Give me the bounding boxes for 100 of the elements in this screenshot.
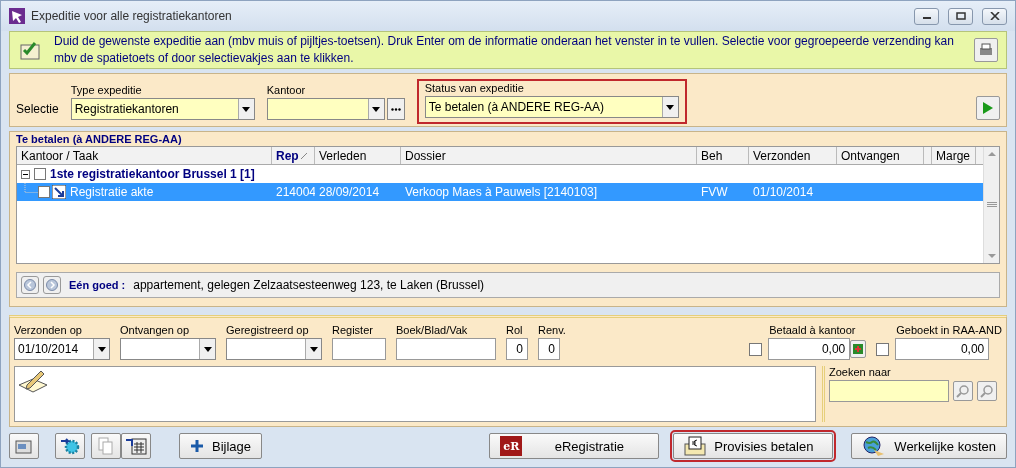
window-title: Expeditie voor alle registratiekantoren bbox=[31, 9, 233, 23]
sort-icon bbox=[300, 152, 307, 159]
column-header[interactable]: Beh bbox=[697, 147, 749, 164]
table-cell: 01/10/2014 bbox=[753, 185, 814, 199]
column-header[interactable]: Verleden bbox=[315, 147, 401, 164]
field-label: Verzonden op bbox=[14, 324, 83, 336]
date-field[interactable] bbox=[226, 338, 322, 360]
field-label: Renv. bbox=[538, 324, 566, 336]
eregistratie-button[interactable]: eR eRegistratie bbox=[489, 433, 660, 459]
close-button[interactable] bbox=[982, 7, 1007, 25]
play-icon bbox=[982, 101, 994, 115]
plus-icon bbox=[853, 344, 864, 354]
search-previous-button[interactable] bbox=[953, 381, 973, 401]
checkbox[interactable] bbox=[749, 342, 763, 356]
dropdown-arrow-icon bbox=[97, 346, 106, 352]
provisies-button[interactable]: Provisies betalen bbox=[673, 433, 834, 459]
checkbox[interactable] bbox=[34, 168, 46, 180]
field-label: Betaald à kantoor bbox=[769, 324, 857, 336]
checkbox[interactable] bbox=[876, 342, 890, 356]
minimize-button[interactable] bbox=[914, 7, 939, 25]
dropdown-arrow-icon bbox=[666, 104, 675, 110]
column-header[interactable]: Verzonden bbox=[749, 147, 837, 164]
browse-button[interactable] bbox=[386, 98, 405, 120]
plus-icon bbox=[190, 439, 204, 453]
input-field[interactable]: 0 bbox=[538, 338, 560, 360]
maximize-icon bbox=[955, 12, 966, 20]
dropdown-arrow-icon bbox=[309, 346, 318, 352]
gear-button[interactable] bbox=[55, 433, 85, 459]
arrow-left-icon bbox=[24, 279, 36, 291]
checkbox[interactable] bbox=[38, 186, 50, 198]
print-button[interactable] bbox=[974, 38, 998, 62]
properties-button[interactable] bbox=[9, 433, 39, 459]
column-header[interactable]: Kantoor / Taak bbox=[17, 147, 272, 164]
date-field[interactable]: 01/10/2014 bbox=[14, 338, 110, 360]
next-button[interactable] bbox=[43, 276, 61, 294]
amount-field[interactable]: 0,00 bbox=[895, 338, 990, 360]
scrollbar[interactable] bbox=[983, 147, 999, 263]
search-icon bbox=[956, 384, 970, 398]
printer-icon bbox=[978, 42, 994, 58]
tree-line bbox=[24, 183, 38, 193]
close-icon bbox=[989, 12, 1000, 20]
task-icon bbox=[52, 185, 66, 199]
field-label: Type expeditie bbox=[70, 84, 143, 96]
field-label: Ontvangen op bbox=[120, 324, 191, 336]
field-label: Zoeken naar bbox=[829, 366, 892, 378]
gear-icon bbox=[60, 437, 80, 455]
search-field[interactable] bbox=[829, 380, 949, 402]
instruction-text: Duid de gewenste expeditie aan (mbv muis of pijltjes-toetsen). Druk Enter om de informatie onderaan het venster in te vullen. Selectie voor gegroepeerde verzending kan mbv de spatietoets of door selectievakjes aan te klikken. bbox=[54, 33, 954, 67]
column-header[interactable]: Marge bbox=[932, 147, 976, 164]
calculator-button[interactable] bbox=[121, 433, 151, 459]
dropdown-field[interactable]: Registratiekantoren bbox=[70, 98, 255, 120]
column-header[interactable]: Dossier bbox=[401, 147, 697, 164]
field-label: Kantoor bbox=[266, 84, 307, 96]
arrow-right-icon bbox=[46, 279, 58, 291]
goed-text: appartement, gelegen Zelzaatsesteenweg 123, te Laken (Brussel) bbox=[133, 278, 485, 292]
search-icon bbox=[980, 384, 994, 398]
input-field[interactable] bbox=[396, 338, 496, 360]
notes-field[interactable] bbox=[14, 366, 816, 422]
field-label: Status van expeditie bbox=[424, 82, 525, 94]
table-cell: Verkoop Maes à Pauwels [2140103] bbox=[405, 185, 598, 199]
previous-button[interactable] bbox=[21, 276, 39, 294]
search-next-button[interactable] bbox=[977, 381, 997, 401]
add-button[interactable] bbox=[850, 340, 867, 358]
amount-field[interactable]: 0,00 bbox=[768, 338, 851, 360]
column-header[interactable]: Rep bbox=[272, 147, 315, 164]
play-button[interactable] bbox=[976, 96, 1000, 120]
euro-envelope-icon bbox=[684, 436, 707, 456]
selection-label: Selectie bbox=[16, 102, 59, 116]
calculator-icon bbox=[125, 437, 147, 455]
dropdown-arrow-icon bbox=[242, 106, 251, 112]
column-header[interactable]: Ontvangen bbox=[837, 147, 924, 164]
collapse-icon[interactable] bbox=[21, 169, 30, 179]
field-label: Geregistreerd op bbox=[226, 324, 310, 336]
input-field[interactable] bbox=[332, 338, 386, 360]
table-cell: 214004 bbox=[276, 185, 315, 199]
dropdown-arrow-icon bbox=[203, 346, 212, 352]
ellipsis-icon bbox=[390, 107, 401, 111]
goed-label: Eén goed : bbox=[69, 279, 126, 291]
field-label: Rol bbox=[506, 324, 524, 336]
group-row-label: 1ste registratiekantoor Brussel 1 [1] bbox=[50, 167, 255, 181]
table-cell: FVW bbox=[701, 185, 728, 199]
maximize-button[interactable] bbox=[948, 7, 973, 25]
date-field[interactable] bbox=[120, 338, 216, 360]
field-label: Geboekt in RAA-AND bbox=[896, 324, 1002, 336]
dropdown-field[interactable]: Te betalen (à ANDERE REG-AA) bbox=[424, 96, 679, 118]
table-cell: 28/09/2014 bbox=[319, 185, 380, 199]
group-title: Te betalen (à ANDERE REG-AA) bbox=[16, 132, 183, 146]
input-field[interactable]: 0 bbox=[506, 338, 528, 360]
dropdown-arrow-icon bbox=[372, 106, 381, 112]
pencil-note-icon bbox=[17, 369, 49, 395]
kosten-button[interactable]: Werkelijke kosten bbox=[851, 433, 1007, 459]
window-icon bbox=[15, 438, 33, 454]
logo: eR bbox=[500, 436, 523, 456]
app-icon bbox=[9, 8, 25, 24]
attach-button[interactable]: Bijlage bbox=[179, 433, 263, 459]
grip-icon bbox=[986, 202, 997, 208]
field-label: Register bbox=[332, 324, 374, 336]
table-cell: Registratie akte bbox=[70, 185, 154, 199]
field-label: Boek/Blad/Vak bbox=[396, 324, 469, 336]
dropdown-field[interactable] bbox=[266, 98, 385, 120]
